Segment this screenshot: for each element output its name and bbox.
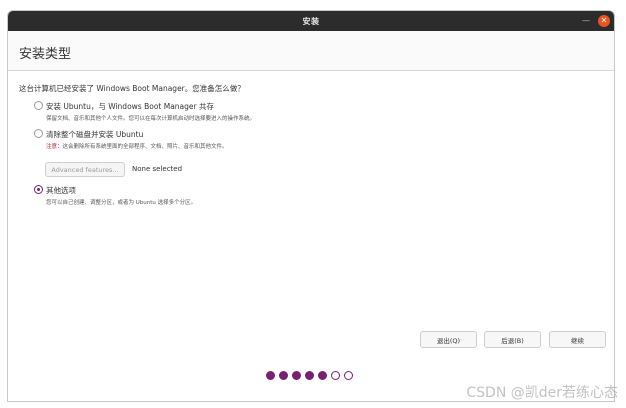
- progress-dot: [266, 371, 275, 380]
- close-icon[interactable]: ✕: [598, 15, 610, 27]
- progress-dot: [318, 371, 327, 380]
- installer-window: 安装 — ✕ 安装类型 这台计算机已经安装了 Windows Boot Mana…: [7, 10, 615, 402]
- watermark: CSDN @凯der若练心态: [466, 385, 618, 401]
- radio-erase-disk[interactable]: [34, 129, 43, 138]
- back-button[interactable]: 后退(B): [484, 331, 541, 348]
- option-description: 保留文档、音乐和其他个人文件。您可以在每次计算机启动时选择要进入的操作系统。: [46, 116, 256, 122]
- option-description: 您可以自己创建、调整分区，或者为 Ubuntu 选择多个分区。: [46, 200, 197, 206]
- progress-dot: [305, 371, 314, 380]
- minimize-icon[interactable]: —: [580, 15, 592, 27]
- progress-dot: [344, 371, 353, 380]
- title-bar[interactable]: 安装 — ✕: [8, 11, 614, 31]
- window-title: 安装: [302, 16, 320, 26]
- progress-dot: [279, 371, 288, 380]
- page-header: 安装类型: [8, 31, 614, 71]
- progress-dot: [331, 371, 340, 380]
- warning-text: 这会删除所有系统里面的全部程序、文档、照片、音乐和其他文件。: [62, 144, 228, 150]
- radio-something-else[interactable]: [34, 185, 43, 194]
- page-title: 安装类型: [19, 47, 72, 62]
- advanced-status: None selected: [132, 165, 183, 173]
- option-label: 安装 Ubuntu，与 Windows Boot Manager 共存: [46, 102, 214, 111]
- option-label: 清除整个磁盘并安装 Ubuntu: [46, 130, 144, 139]
- radio-install-alongside[interactable]: [34, 101, 43, 110]
- progress-dot: [292, 371, 301, 380]
- progress-indicator: [266, 371, 353, 380]
- install-question: 这台计算机已经安装了 Windows Boot Manager。您准备怎么做？: [19, 84, 245, 93]
- continue-button[interactable]: 继续: [549, 331, 606, 348]
- warning-label: 注意：: [46, 144, 63, 150]
- option-description: 注意：这会删除所有系统里面的全部程序、文档、照片、音乐和其他文件。: [46, 142, 228, 150]
- option-label: 其他选项: [46, 186, 76, 195]
- advanced-features-button[interactable]: Advanced features...: [45, 162, 125, 177]
- quit-button[interactable]: 退出(Q): [420, 331, 477, 348]
